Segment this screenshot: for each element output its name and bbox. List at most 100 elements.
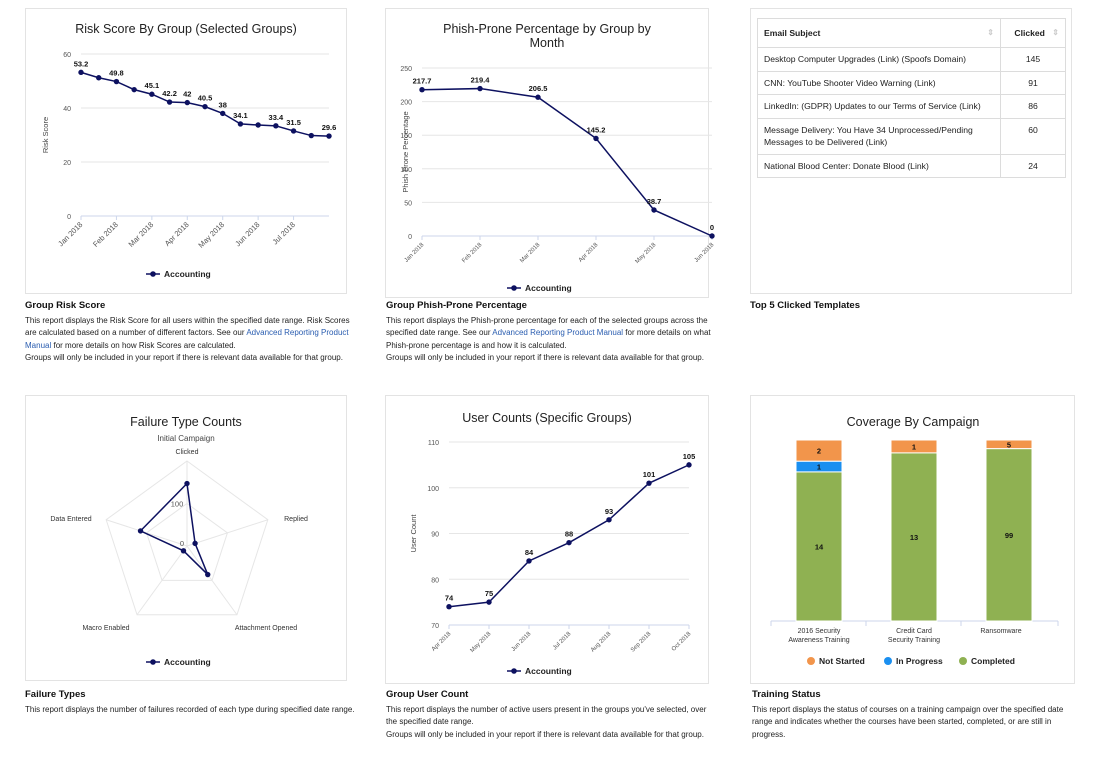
data-point (202, 103, 208, 110)
data-label: 42 (183, 90, 191, 99)
y-tick-label: 250 (400, 66, 412, 73)
x-tick-label: Feb 2018 (91, 220, 120, 249)
data-label: 217.7 (413, 77, 432, 86)
top-templates-card: Email Subject ⇕ Clicked ⇕ Desktop Computer… (750, 8, 1072, 294)
data-point (131, 86, 137, 93)
radar-spoke (186, 519, 268, 547)
legend-label: Accounting (525, 283, 572, 293)
table-row: National Blood Center: Donate Blood (Lin… (757, 153, 1066, 178)
data-label: 93 (605, 507, 613, 516)
data-point (419, 87, 425, 93)
data-point (255, 122, 261, 128)
phish-prone-chart: Phish-Prone Percentage by Group by Month 0… (400, 22, 716, 293)
data-label: 45.1 (145, 81, 160, 90)
email-subject: LinkedIn: (GDPR) Updates to our Terms of… (757, 94, 1001, 119)
y-tick-label: 200 (400, 100, 412, 107)
phish-prone-description: Group Phish-Prone Percentage This report… (386, 300, 716, 365)
y-tick-label: 70 (431, 623, 439, 630)
sort-icon[interactable]: ⇕ (1052, 27, 1059, 40)
data-point (166, 99, 173, 105)
y-tick-label: 90 (431, 532, 439, 539)
email-subject: Message Delivery: You Have 34 Unprocesse… (757, 117, 1001, 155)
section-title: Failure Types (25, 689, 86, 700)
data-point (606, 517, 612, 523)
data-point (709, 233, 715, 239)
column-header-email-subject[interactable]: Email Subject ⇕ (757, 18, 1001, 48)
data-label: 206.5 (529, 84, 548, 93)
legend-marker (959, 657, 967, 665)
note-text: Groups will only be included in your rep… (386, 729, 704, 739)
templates-description: Top 5 Clicked Templates (750, 300, 1080, 315)
data-point (149, 91, 155, 97)
legend-label: In Progress (896, 656, 943, 666)
data-point (526, 558, 532, 564)
clicked-count: 60 (1000, 117, 1066, 155)
data-label: 34.1 (233, 111, 248, 120)
sort-icon[interactable]: ⇕ (987, 27, 994, 40)
note-text: Groups will only be included in your rep… (386, 353, 704, 363)
radar-category-label: Clicked (176, 449, 199, 456)
y-axis-label: Phish Prone Percentage (401, 111, 410, 192)
radar-category-label: Replied (284, 516, 308, 523)
x-tick-label: Apr 2018 (431, 631, 453, 653)
data-point (273, 123, 279, 129)
clicked-count: 86 (1000, 94, 1066, 119)
data-point (137, 528, 144, 534)
user-count-description: Group User Count This report displays th… (386, 689, 716, 741)
column-header-clicked[interactable]: Clicked ⇕ (1000, 18, 1066, 48)
data-label: 29.6 (322, 123, 337, 132)
chart-title: Coverage By Campaign (847, 415, 980, 429)
data-label: 219.4 (471, 76, 491, 85)
data-point (651, 207, 657, 213)
data-label: 42.2 (162, 89, 177, 98)
data-label: 75 (485, 589, 493, 598)
clicked-count: 91 (1000, 70, 1066, 95)
data-point (220, 110, 226, 117)
risk-score-chart-card: Risk Score By Group (Selected Groups) 0 20… (25, 8, 347, 294)
section-title: Group Risk Score (25, 300, 106, 311)
x-tick-label: Jul 2018 (552, 631, 573, 652)
data-label: 145.2 (587, 125, 606, 134)
chart-subtitle: Initial Campaign (157, 434, 214, 443)
phish-prone-chart-card: Phish-Prone Percentage by Group by Month 0… (385, 8, 716, 298)
table-row: Message Delivery: You Have 34 Unprocesse… (757, 117, 1066, 155)
user-count-chart: User Counts (Specific Groups) 70 80 90 100 11… (409, 411, 695, 676)
data-label: 84 (525, 548, 534, 557)
data-point (646, 480, 652, 486)
data-point (566, 539, 572, 546)
legend-marker (807, 657, 815, 665)
data-label: 1 (912, 442, 916, 451)
legend-label: Completed (971, 656, 1015, 666)
risk-score-description: Group Risk Score This report displays th… (25, 300, 355, 365)
legend-marker (884, 657, 892, 665)
legend-label: Accounting (164, 657, 211, 667)
section-title: Top 5 Clicked Templates (750, 300, 860, 311)
x-tick-label: Aug 2018 (590, 631, 613, 654)
data-point (446, 604, 452, 610)
risk-score-chart: Risk Score By Group (Selected Groups) 0 20… (41, 22, 337, 279)
manual-link[interactable]: Advanced Reporting Product Manual (492, 328, 623, 337)
failure-types-chart-card: Failure Type Counts Initial Campaign Click… (25, 395, 347, 681)
data-point (486, 599, 492, 605)
data-label: 88 (565, 530, 573, 539)
data-label: 99 (1005, 531, 1013, 540)
email-subject: Desktop Computer Upgrades (Link) (Spoofs… (757, 47, 1001, 72)
y-tick-label: 60 (63, 52, 71, 59)
y-tick-label: 110 (428, 440, 439, 447)
data-point (326, 133, 332, 139)
radial-tick-label: 100 (171, 500, 184, 509)
radar-category-label: Attachment Opened (235, 625, 297, 632)
data-label: 13 (910, 533, 918, 542)
data-label: 2 (817, 447, 821, 456)
legend-marker (511, 285, 517, 291)
top-templates-table: Email Subject ⇕ Clicked ⇕ Desktop Computer… (757, 18, 1066, 178)
data-point (78, 69, 84, 76)
y-tick-label: 0 (408, 234, 412, 241)
description-text: This report displays the number of failu… (25, 704, 355, 714)
user-count-chart-card: User Counts (Specific Groups) 70 80 90 100 11… (385, 395, 709, 684)
section-title: Training Status (752, 689, 821, 700)
data-point (593, 135, 599, 142)
text: for more details on how Risk Scores are … (51, 340, 236, 350)
x-category-label: Ransomware (980, 628, 1021, 635)
chart-title: Risk Score By Group (Selected Groups) (75, 22, 297, 36)
